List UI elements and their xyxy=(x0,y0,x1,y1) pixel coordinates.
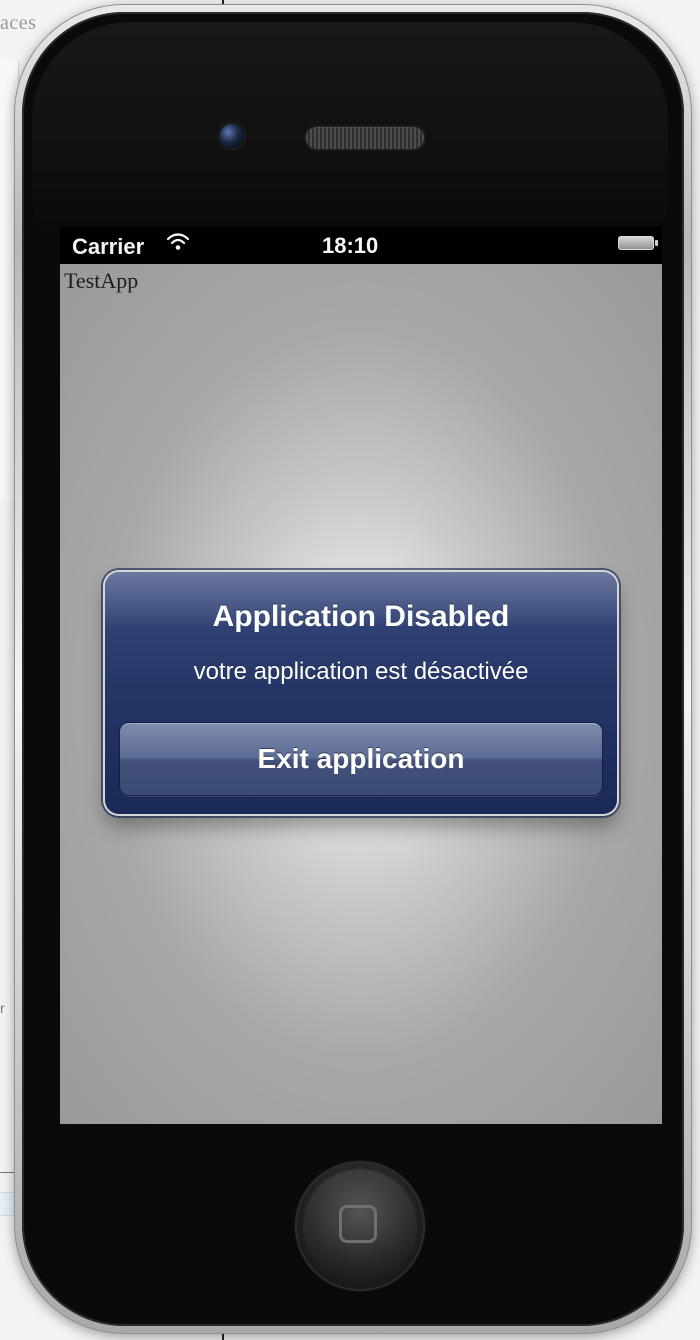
status-bar: Carrier 18:10 xyxy=(60,226,662,264)
earpiece-icon xyxy=(306,127,424,149)
alert-message: votre application est désactivée xyxy=(193,658,529,685)
background-partial-label: aces xyxy=(0,12,37,34)
exit-application-button[interactable]: Exit application xyxy=(119,722,603,796)
home-square-icon xyxy=(339,1205,377,1243)
iphone-simulator: Carrier 18:10 TestApp Application Disabl… xyxy=(14,4,692,1334)
wifi-icon xyxy=(166,232,190,252)
alert-dialog: Application Disabled votre application e… xyxy=(105,572,617,814)
device-screen: Carrier 18:10 TestApp Application Disabl… xyxy=(60,226,662,1124)
home-button[interactable] xyxy=(295,1161,425,1291)
status-time: 18:10 xyxy=(322,233,379,258)
carrier-label: Carrier xyxy=(72,234,145,259)
screenshot-stage: aces r Carrier 18:10 TestApp Application… xyxy=(0,0,700,1340)
app-content-area: TestApp Application Disabled votre appli… xyxy=(60,264,662,1124)
phone-bezel: Carrier 18:10 TestApp Application Disabl… xyxy=(22,12,684,1326)
alert-title: Application Disabled xyxy=(212,600,510,633)
app-title: TestApp xyxy=(64,268,139,293)
front-camera-icon xyxy=(220,124,244,148)
battery-icon xyxy=(618,236,658,250)
background-fragment-letter: r xyxy=(0,1000,5,1016)
